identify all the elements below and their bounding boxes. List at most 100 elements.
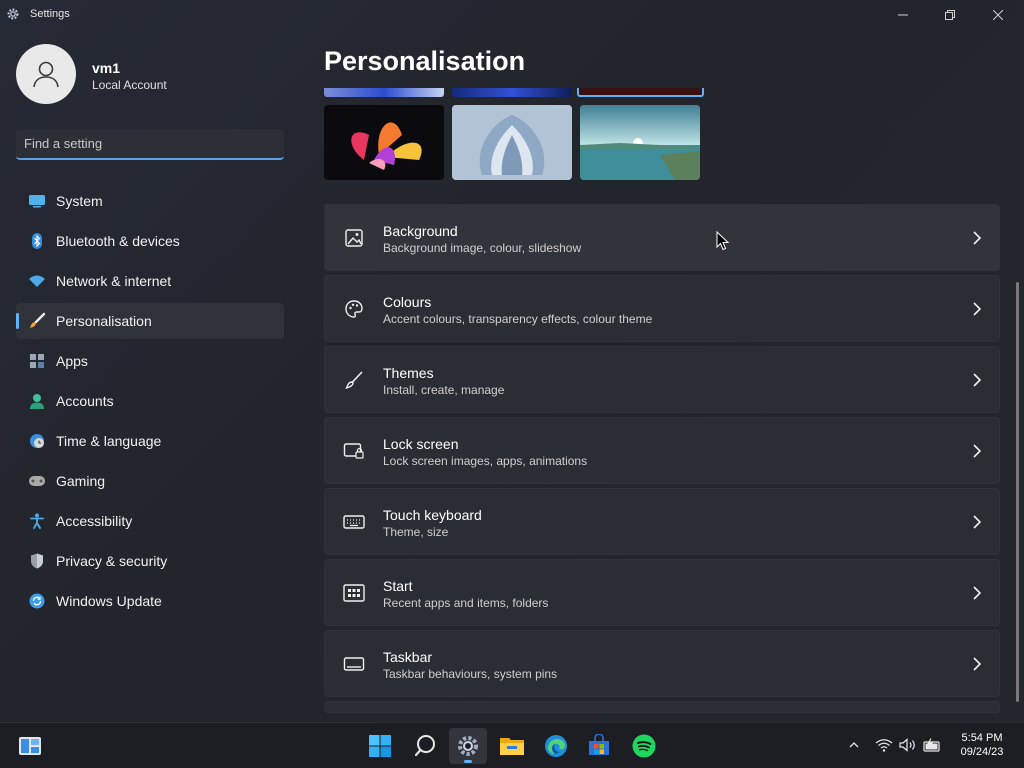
search-box[interactable]: [16, 129, 284, 160]
account-type: Local Account: [92, 78, 167, 92]
sidebar-item-label: Network & internet: [56, 273, 172, 289]
setting-touch-keyboard[interactable]: Touch keyboard Theme, size: [324, 488, 1000, 555]
sidebar-item-accessibility[interactable]: Accessibility: [16, 503, 284, 539]
sidebar-item-system[interactable]: System: [16, 183, 284, 219]
settings-window: Settings vm1 Local Account System: [0, 0, 1024, 722]
setting-themes[interactable]: Themes Install, create, manage: [324, 346, 1000, 413]
title-bar: Settings: [0, 0, 1024, 30]
setting-subtitle: Accent colours, transparency effects, co…: [383, 312, 653, 326]
start-button[interactable]: [361, 728, 399, 764]
settings-list: Background Background image, colour, sli…: [324, 204, 1000, 717]
bloom-wallpaper-image: [452, 105, 572, 180]
file-explorer-button[interactable]: [493, 728, 531, 764]
restore-button[interactable]: [927, 0, 973, 30]
settings-gear-icon: [7, 8, 19, 20]
globe-clock-icon: [28, 432, 46, 450]
sidebar-item-label: Personalisation: [56, 313, 152, 329]
taskbar: 5:54 PM 09/24/23: [0, 722, 1024, 768]
wifi-icon: [875, 739, 893, 752]
sidebar-item-label: Privacy & security: [56, 553, 168, 569]
sidebar-item-gaming[interactable]: Gaming: [16, 463, 284, 499]
setting-lock-screen[interactable]: Lock screen Lock screen images, apps, an…: [324, 417, 1000, 484]
setting-start[interactable]: Start Recent apps and items, folders: [324, 559, 1000, 626]
sidebar-item-time-language[interactable]: Time & language: [16, 423, 284, 459]
chevron-right-icon: [973, 657, 982, 671]
setting-subtitle: Theme, size: [383, 525, 449, 539]
scrollbar[interactable]: [1016, 282, 1019, 702]
chevron-up-icon: [849, 742, 859, 748]
spotify-icon: [632, 734, 656, 758]
edge-icon: [545, 735, 567, 757]
volume-tray-button[interactable]: [898, 735, 918, 755]
sidebar-item-label: Gaming: [56, 473, 106, 489]
setting-subtitle: Background image, colour, slideshow: [383, 241, 582, 255]
theme-thumbnail[interactable]: [452, 88, 572, 97]
store-icon: [589, 734, 609, 755]
chevron-right-icon: [973, 515, 982, 529]
shield-icon: [28, 552, 46, 570]
folder-icon: [500, 738, 524, 755]
battery-tray-button[interactable]: [922, 735, 942, 755]
user-icon: [33, 61, 59, 88]
sidebar-item-personalisation[interactable]: Personalisation: [16, 303, 284, 339]
theme-thumbnails-partial: [324, 88, 704, 98]
start-icon: [343, 582, 365, 604]
bluetooth-icon: [28, 232, 46, 250]
setting-subtitle: Recent apps and items, folders: [383, 596, 549, 610]
sidebar-item-accounts[interactable]: Accounts: [16, 383, 284, 419]
minimize-button[interactable]: [880, 0, 926, 30]
lake-wallpaper-image: [580, 105, 700, 180]
lock-screen-icon: [343, 440, 365, 462]
sidebar-item-apps[interactable]: Apps: [16, 343, 284, 379]
sidebar-item-bluetooth[interactable]: Bluetooth & devices: [16, 223, 284, 259]
chevron-right-icon: [973, 231, 982, 245]
sidebar-item-network[interactable]: Network & internet: [16, 263, 284, 299]
theme-thumbnail[interactable]: [324, 88, 444, 97]
setting-subtitle: Lock screen images, apps, animations: [383, 454, 588, 468]
battery-charging-icon: [923, 738, 940, 752]
sidebar-item-privacy-security[interactable]: Privacy & security: [16, 543, 284, 579]
show-hidden-icons-button[interactable]: [846, 735, 862, 755]
taskbar-settings-button[interactable]: [449, 728, 487, 764]
theme-thumbnail-flower[interactable]: [324, 105, 444, 180]
setting-title: Themes: [383, 365, 434, 381]
setting-background[interactable]: Background Background image, colour, sli…: [324, 204, 1000, 271]
setting-taskbar[interactable]: Taskbar Taskbar behaviours, system pins: [324, 630, 1000, 697]
setting-title: Colours: [383, 294, 432, 310]
search-input[interactable]: [24, 136, 276, 151]
theme-thumbnail-bloom[interactable]: [452, 105, 572, 180]
setting-title: Taskbar: [383, 649, 433, 665]
avatar[interactable]: [16, 44, 76, 104]
window-title: Settings: [30, 8, 70, 20]
flower-wallpaper-image: [324, 105, 444, 180]
edge-browser-button[interactable]: [537, 728, 575, 764]
sidebar-item-label: Time & language: [56, 433, 162, 449]
close-button[interactable]: [975, 0, 1021, 30]
theme-thumbnail-lake[interactable]: [580, 105, 700, 180]
sidebar-item-label: Windows Update: [56, 593, 162, 609]
accessibility-icon: [28, 512, 46, 530]
theme-thumbnail-selected[interactable]: [577, 88, 704, 97]
sidebar-item-label: Apps: [56, 353, 88, 369]
sidebar-nav: System Bluetooth & devices Network & int…: [16, 183, 284, 623]
widgets-icon: [19, 737, 41, 755]
microsoft-store-button[interactable]: [580, 728, 618, 764]
paintbrush-icon: [343, 369, 365, 391]
setting-partial-hidden[interactable]: [324, 701, 1000, 713]
setting-colours[interactable]: Colours Accent colours, transparency eff…: [324, 275, 1000, 342]
search-button[interactable]: [406, 728, 444, 764]
image-icon: [343, 227, 365, 249]
gamepad-icon: [28, 472, 46, 490]
sidebar-item-label: Bluetooth & devices: [56, 233, 180, 249]
clock-time: 5:54 PM: [961, 732, 1003, 744]
clock[interactable]: 5:54 PM 09/24/23: [950, 731, 1014, 759]
spotify-button[interactable]: [625, 728, 663, 764]
keyboard-icon: [343, 511, 365, 533]
sidebar-item-windows-update[interactable]: Windows Update: [16, 583, 284, 619]
search-icon: [414, 735, 435, 757]
clock-date: 09/24/23: [960, 746, 1004, 758]
widgets-button[interactable]: [11, 728, 49, 764]
setting-subtitle: Install, create, manage: [383, 383, 505, 397]
network-tray-button[interactable]: [874, 735, 894, 755]
chevron-right-icon: [973, 302, 982, 316]
